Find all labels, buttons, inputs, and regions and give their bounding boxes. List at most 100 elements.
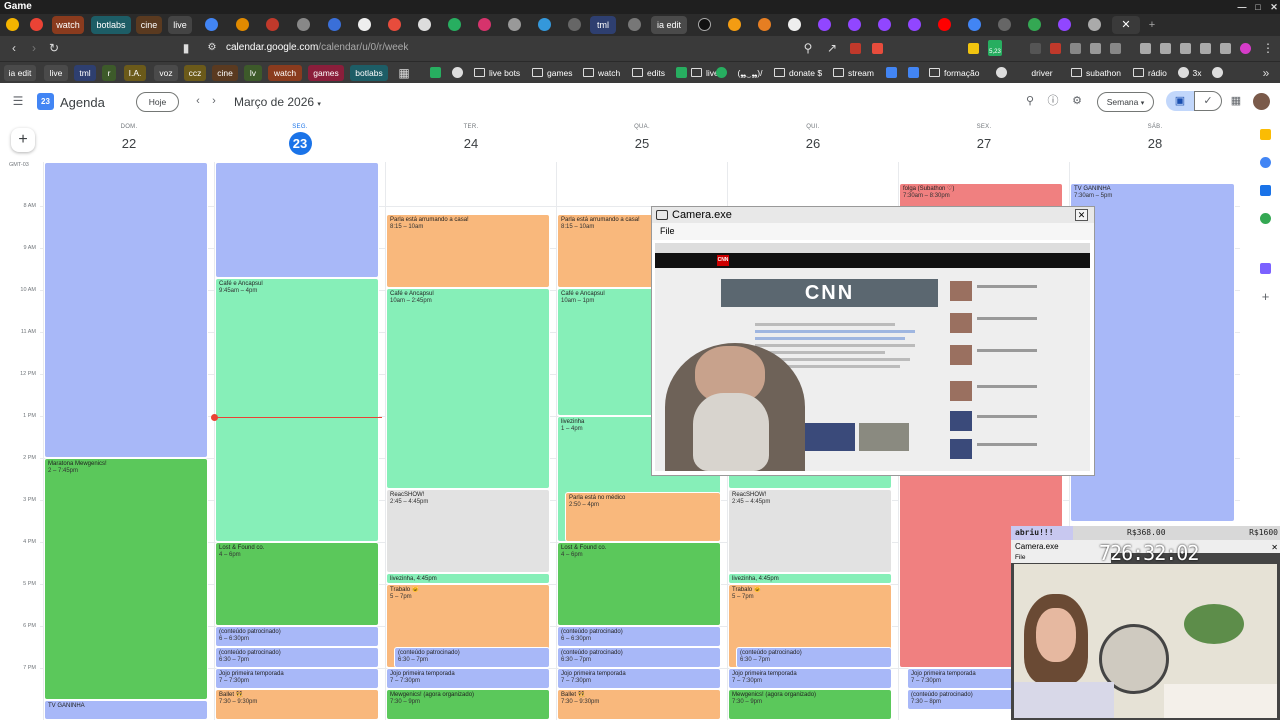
- event-block[interactable]: ReacSHOW! 2:45 – 4:45pm: [728, 489, 892, 573]
- bookmark-chip[interactable]: ia edit: [4, 65, 36, 81]
- extension-icon[interactable]: [1070, 43, 1081, 54]
- tab-favicon-icon[interactable]: [236, 18, 249, 31]
- tab-favicon-icon[interactable]: [908, 18, 921, 31]
- extension-icon[interactable]: [1200, 43, 1211, 54]
- bookmark-favicon-icon[interactable]: [1212, 67, 1223, 78]
- extension-icon[interactable]: [872, 43, 883, 54]
- main-menu-icon[interactable]: ☰: [12, 95, 24, 107]
- tab-favicon-icon[interactable]: [205, 18, 218, 31]
- tab-favicon-icon[interactable]: [297, 18, 310, 31]
- tab-favicon-icon[interactable]: [628, 18, 641, 31]
- day-number[interactable]: 28: [1070, 136, 1240, 151]
- bookmark-folder[interactable]: donate $: [774, 65, 822, 81]
- reload-icon[interactable]: ↻: [46, 40, 62, 56]
- bookmark-favicon-icon[interactable]: [908, 67, 919, 78]
- bookmark-favicon-icon[interactable]: [886, 67, 897, 78]
- bookmark-chip[interactable]: cine: [212, 65, 238, 81]
- apps-grid-icon[interactable]: ▦: [1230, 95, 1242, 107]
- bookmark-folder[interactable]: live bots: [474, 65, 520, 81]
- help-icon[interactable]: ⓘ: [1047, 95, 1059, 107]
- tab-favicon-icon[interactable]: [788, 18, 801, 31]
- bookmark-chip[interactable]: lv: [244, 65, 262, 81]
- extension-icon[interactable]: [1140, 43, 1151, 54]
- bookmark-chip[interactable]: ccz: [184, 65, 206, 81]
- tab-favicon-icon[interactable]: [968, 18, 981, 31]
- tab-favicon-icon[interactable]: [568, 18, 581, 31]
- tab-favicon-icon[interactable]: [998, 18, 1011, 31]
- event-block[interactable]: Ballet 👯 7:30 – 9:30pm: [215, 689, 379, 720]
- menu-dots-icon[interactable]: ⋮: [1260, 40, 1276, 56]
- file-menu[interactable]: File: [652, 223, 1094, 240]
- day-number[interactable]: 27: [899, 136, 1069, 151]
- close-icon[interactable]: ✕: [1075, 209, 1088, 221]
- extension-icon[interactable]: [1050, 43, 1061, 54]
- event-block[interactable]: Lost & Found co. 4 – 6pm: [557, 542, 721, 626]
- bookmark-favicon-icon[interactable]: [716, 67, 727, 78]
- share-icon[interactable]: ↗: [824, 40, 840, 56]
- event-block[interactable]: (conteúdo patrocinado) 6:30 – 7pm: [215, 647, 379, 668]
- tab-favicon-icon[interactable]: [848, 18, 861, 31]
- bookmark-folder[interactable]: edits: [632, 65, 665, 81]
- search-icon[interactable]: ⚲: [1024, 95, 1036, 107]
- event-block[interactable]: livezinha, 4:45pm: [386, 573, 550, 584]
- bookmark-link[interactable]: driver: [1022, 65, 1062, 81]
- bookmark-chip[interactable]: botlabs: [350, 65, 388, 81]
- event-block[interactable]: (conteúdo patrocinado) 6 – 6:30pm: [557, 626, 721, 647]
- bookmark-chip[interactable]: voz: [154, 65, 178, 81]
- tab-favicon-icon[interactable]: [6, 18, 19, 31]
- extension-icon[interactable]: [850, 43, 861, 54]
- bookmark-favicon-icon[interactable]: [996, 67, 1007, 78]
- bookmark-chip[interactable]: tml: [74, 65, 96, 81]
- event-block[interactable]: (conteúdo patrocinado) 7:30 – 8pm: [907, 689, 1017, 710]
- apps-grid-icon[interactable]: ▦: [396, 65, 412, 81]
- extension-icon[interactable]: [1160, 43, 1171, 54]
- bookmark-favicon-icon[interactable]: [430, 67, 441, 78]
- day-number[interactable]: 24: [386, 136, 556, 151]
- event-block[interactable]: [44, 162, 208, 458]
- bookmark-folder[interactable]: watch: [583, 65, 620, 81]
- tab-favicon-icon[interactable]: [818, 18, 831, 31]
- day-number[interactable]: 22: [44, 136, 214, 151]
- bookmark-favicon-icon[interactable]: [452, 67, 463, 78]
- event-block[interactable]: Jojo primeira temporada 7 – 7:30pm: [215, 668, 379, 689]
- event-block[interactable]: (conteúdo patrocinado) 6:30 – 7pm: [394, 647, 550, 668]
- maps-icon[interactable]: [1260, 213, 1271, 224]
- event-block[interactable]: Mewgenics! (agora organizado) 7:30 – 9pm: [386, 689, 550, 720]
- next-week-icon[interactable]: ›: [208, 95, 220, 107]
- event-block[interactable]: (conteúdo patrocinado) 6 – 6:30pm: [215, 626, 379, 647]
- day-number[interactable]: 26: [728, 136, 898, 151]
- tab-favicon-icon[interactable]: [448, 18, 461, 31]
- event-block[interactable]: Parla está arrumando a casa! 8:15 – 10am: [386, 214, 550, 288]
- tab-favicon-icon[interactable]: [878, 18, 891, 31]
- tab-favicon-icon[interactable]: [1058, 18, 1071, 31]
- bookmark-chip[interactable]: watch: [268, 65, 302, 81]
- extension-icon[interactable]: [1110, 43, 1121, 54]
- tab-favicon-icon[interactable]: [388, 18, 401, 31]
- sheets-icon[interactable]: [676, 67, 687, 78]
- contacts-icon[interactable]: [1260, 185, 1271, 196]
- bookmark-favicon-icon[interactable]: [1178, 67, 1189, 78]
- tab-group-ia-edit[interactable]: ia edit: [651, 16, 687, 34]
- extension-icon[interactable]: [1090, 43, 1101, 54]
- maximize-icon[interactable]: □: [1250, 0, 1266, 14]
- tab-favicon-icon[interactable]: [698, 18, 711, 31]
- settings-icon[interactable]: ⚙: [1071, 95, 1083, 107]
- prev-week-icon[interactable]: ‹: [192, 95, 204, 107]
- bookmark-chip[interactable]: I.A.: [124, 65, 146, 81]
- tab-group-cine[interactable]: cine: [136, 16, 162, 34]
- day-number-today[interactable]: 23: [215, 132, 385, 155]
- tab-group-watch[interactable]: watch: [52, 16, 84, 34]
- back-icon[interactable]: ‹: [6, 40, 22, 56]
- tab-favicon-icon[interactable]: [1028, 18, 1041, 31]
- tasks-view-icon[interactable]: ✓: [1194, 91, 1222, 111]
- bookmark-folder[interactable]: rádio: [1133, 65, 1167, 81]
- event-block[interactable]: ReacSHOW! 2:45 – 4:45pm: [386, 489, 550, 573]
- tasks-icon[interactable]: [1260, 157, 1271, 168]
- bookmark-folder[interactable]: games: [532, 65, 573, 81]
- event-block[interactable]: (conteúdo patrocinado) 6:30 – 7pm: [736, 647, 892, 668]
- tab-group-live[interactable]: live: [168, 16, 192, 34]
- event-block[interactable]: Café e Ancapsul 10am – 2:45pm: [386, 288, 550, 489]
- close-tab-icon[interactable]: ✕: [1116, 16, 1136, 34]
- avatar[interactable]: [1253, 93, 1270, 110]
- add-addon-icon[interactable]: +: [1260, 290, 1271, 303]
